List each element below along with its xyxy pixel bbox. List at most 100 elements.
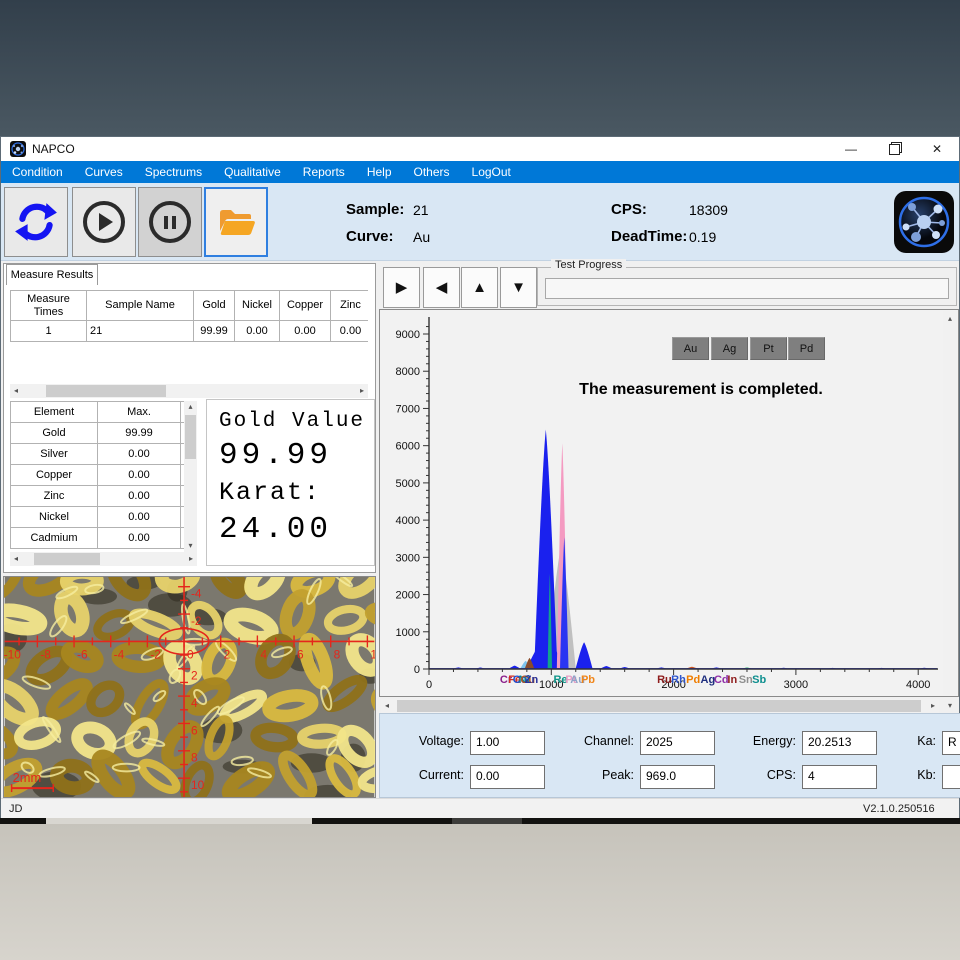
app-window: NAPCO — ✕ ConditionCurvesSpectrumsQualit… (0, 136, 960, 818)
measure-cell: 99.99 (194, 321, 235, 342)
voltage-field[interactable]: 1.00 (470, 731, 545, 755)
refresh-icon (13, 199, 59, 245)
scroll-right-arrow[interactable]: ▸ (927, 699, 939, 713)
kb-field[interactable] (942, 765, 960, 789)
scroll-right-arrow[interactable]: ▸ (185, 552, 197, 566)
nav-prev-button[interactable]: ◀ (423, 267, 460, 308)
measure-results-table: Measure TimesSample NameGoldNickelCopper… (10, 290, 368, 342)
element-cell: Gold (11, 423, 98, 444)
scroll-right-arrow[interactable]: ▸ (356, 384, 368, 398)
series-button-ag[interactable]: Ag (711, 337, 748, 360)
scroll-up-arrow[interactable]: ▴ (943, 313, 957, 325)
menu-item-spectrums[interactable]: Spectrums (134, 161, 213, 183)
scroll-thumb[interactable] (185, 415, 196, 459)
crosshair-h-label: -6 (77, 647, 88, 661)
chart-vscroll-down-arrow[interactable]: ▾ (943, 699, 957, 713)
scroll-left-arrow[interactable]: ◂ (10, 384, 22, 398)
chart-hscrollbar[interactable]: ◂▸ (381, 699, 939, 713)
element-table-row[interactable]: Zinc0.000.00 (11, 486, 185, 507)
scroll-thumb[interactable] (34, 553, 100, 565)
ka-field[interactable]: R (942, 731, 960, 755)
cps-label: CPS: (611, 201, 647, 218)
scroll-left-arrow[interactable]: ◂ (10, 552, 22, 566)
menu-item-reports[interactable]: Reports (292, 161, 356, 183)
element-table-row[interactable]: Nickel0.000.00 (11, 507, 185, 528)
element-cell: 0.00 (98, 486, 181, 507)
element-table: ElementMax.Min.Gold99.9999.99Silver0.000… (10, 401, 184, 549)
statusbar-user: JD (9, 803, 22, 815)
sample-value: 21 (413, 202, 429, 218)
chart-vscrollbar[interactable]: ▴ (943, 311, 957, 695)
menu-item-logout[interactable]: LogOut (461, 161, 522, 183)
series-button-pd[interactable]: Pd (788, 337, 825, 360)
parameters-panel: Voltage:1.00Channel:2025Energy:20.2513Ka… (379, 713, 960, 798)
menu-item-others[interactable]: Others (403, 161, 461, 183)
svg-text:8000: 8000 (396, 366, 420, 378)
menu-item-qualitative[interactable]: Qualitative (213, 161, 292, 183)
svg-text:6000: 6000 (396, 441, 420, 453)
svg-text:4000: 4000 (396, 515, 420, 527)
element-cell: 0.00 (98, 444, 181, 465)
element-marker-pb: Pb (581, 674, 595, 686)
element-marker-zn: Zn (525, 674, 539, 686)
gold-value-title: Gold Value (219, 410, 365, 433)
scroll-left-arrow[interactable]: ◂ (381, 699, 393, 713)
scroll-down-arrow[interactable]: ▾ (184, 540, 197, 552)
element-table-row[interactable]: Copper0.000.00 (11, 465, 185, 486)
element-table-vscrollbar[interactable]: ▴▾ (184, 401, 197, 552)
element-col-header: Max. (98, 402, 181, 423)
series-button-pt[interactable]: Pt (750, 337, 787, 360)
current-field[interactable]: 0.00 (470, 765, 545, 789)
desktop-bottom-band (0, 824, 960, 960)
pause-button[interactable] (138, 187, 202, 257)
svg-text:3000: 3000 (396, 552, 420, 564)
svg-text:1000: 1000 (396, 627, 420, 639)
element-marker-sb: Sb (752, 674, 766, 686)
measurement-message: The measurement is completed. (461, 381, 941, 399)
nav-next-button[interactable]: ▶ (383, 267, 420, 308)
element-table-row[interactable]: Cadmium0.000.00 (11, 528, 185, 549)
scroll-up-arrow[interactable]: ▴ (184, 401, 197, 413)
refresh-button[interactable] (4, 187, 68, 257)
menu-item-help[interactable]: Help (356, 161, 403, 183)
minimize-button[interactable]: — (831, 137, 871, 161)
scroll-thumb[interactable] (46, 385, 166, 397)
measure-table-hscrollbar[interactable]: ◂▸ (10, 384, 368, 398)
menu-item-condition[interactable]: Condition (1, 161, 74, 183)
gold-value-panel: Gold Value 99.99 Karat: 24.00 (206, 399, 375, 566)
nav-up-button[interactable]: ▲ (461, 267, 498, 308)
measure-cell: 0.00 (280, 321, 331, 342)
scroll-thumb[interactable] (397, 700, 921, 712)
menu-item-curves[interactable]: Curves (74, 161, 134, 183)
measure-col-header: Gold (194, 291, 235, 321)
channel-field[interactable]: 2025 (640, 731, 715, 755)
voltage-label: Voltage: (394, 734, 464, 748)
channel-label: Channel: (564, 734, 634, 748)
test-progress-bar (545, 278, 949, 299)
series-button-au[interactable]: Au (672, 337, 709, 360)
element-cell: 0.00 (98, 465, 181, 486)
element-cell: Cadmium (11, 528, 98, 549)
crosshair-v-label: 4 (191, 696, 198, 710)
maximize-button[interactable] (874, 137, 914, 161)
element-table-row[interactable]: Silver0.000.00 (11, 444, 185, 465)
svg-text:2000: 2000 (396, 590, 420, 602)
close-button[interactable]: ✕ (917, 137, 957, 161)
curve-value: Au (413, 229, 430, 245)
tab-measure-results[interactable]: Measure Results (6, 264, 98, 285)
crosshair-h-label: -2 (150, 647, 161, 661)
measure-cell: 1 (11, 321, 87, 342)
crosshair-v-label: 6 (191, 723, 198, 737)
measure-cell: 0.00 (235, 321, 280, 342)
app-icon (10, 141, 26, 157)
nav-down-button[interactable]: ▼ (500, 267, 537, 308)
screen: NAPCO — ✕ ConditionCurvesSpectrumsQualit… (0, 0, 960, 960)
element-table-hscrollbar[interactable]: ◂▸ (10, 552, 197, 566)
element-cell: 0.00 (98, 507, 181, 528)
peak-field[interactable]: 969.0 (640, 765, 715, 789)
open-button[interactable] (204, 187, 268, 257)
start-button[interactable] (72, 187, 136, 257)
element-cell: Copper (11, 465, 98, 486)
element-table-row[interactable]: Gold99.9999.99 (11, 423, 185, 444)
measure-table-row[interactable]: 12199.990.000.000.000.00 (11, 321, 369, 342)
